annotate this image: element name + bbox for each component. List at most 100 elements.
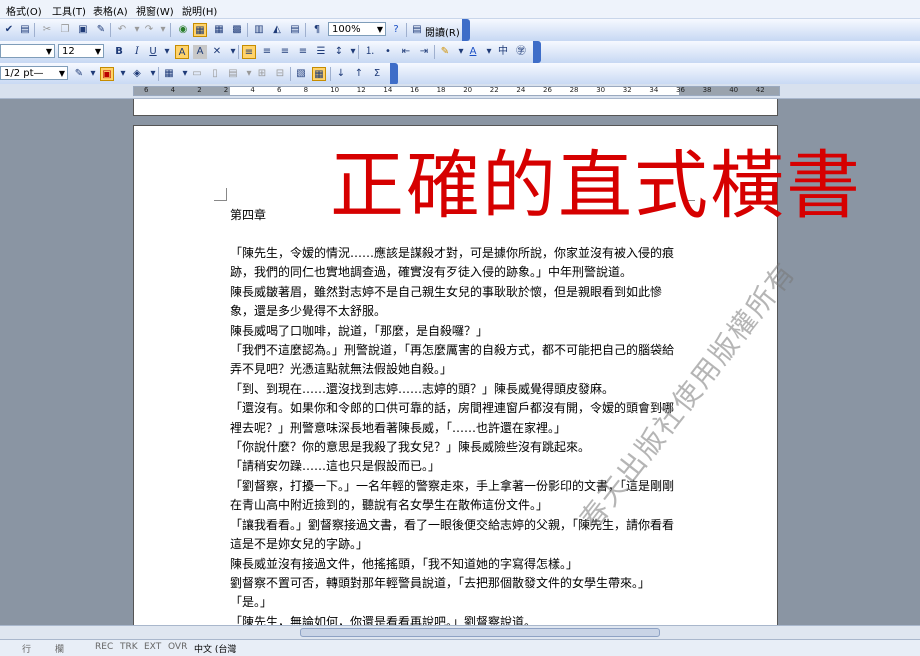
insert-table-icon[interactable]: ▦ xyxy=(162,67,176,81)
distribute-rows-icon[interactable]: ⊞ xyxy=(255,67,269,81)
highlight-icon[interactable]: ✎ xyxy=(438,45,452,59)
menu-window[interactable]: 視窗(W) xyxy=(136,3,174,18)
status-rec[interactable]: REC xyxy=(95,642,113,652)
toolbar-overflow-handle[interactable] xyxy=(533,41,541,63)
bold-icon[interactable]: B xyxy=(112,45,126,59)
columns-icon[interactable]: ▥ xyxy=(252,23,266,37)
font-color-dropdown-icon[interactable]: ▾ xyxy=(482,45,496,59)
show-gridlines-icon[interactable]: ▦ xyxy=(312,67,326,81)
undo-icon[interactable]: ↶ xyxy=(115,23,129,37)
standard-toolbar: ✔ ▤ ✂ ❐ ▣ ✎ ↶ ▾ ↷ ▾ ◉ ▦ ▦ ▩ ▥ ◭ ▤ ¶ 100%… xyxy=(0,19,920,42)
zoom-select[interactable]: 100% ▼ xyxy=(328,22,386,36)
toolbar-separator xyxy=(406,23,407,37)
paste-icon[interactable]: ▣ xyxy=(76,23,90,37)
decrease-indent-icon[interactable]: ⇤ xyxy=(399,45,413,59)
underline-dropdown-icon[interactable]: ▾ xyxy=(160,45,174,59)
status-ovr[interactable]: OVR xyxy=(168,642,187,652)
char-border-icon[interactable]: A xyxy=(175,45,189,59)
drawing-icon[interactable]: ◭ xyxy=(270,23,284,37)
distributed-icon[interactable]: ☰ xyxy=(314,45,328,59)
copy-icon[interactable]: ❐ xyxy=(58,23,72,37)
status-trk[interactable]: TRK xyxy=(120,642,138,652)
read-button[interactable]: 閱讀(R) xyxy=(425,24,460,39)
distribute-columns-icon[interactable]: ⊟ xyxy=(273,67,287,81)
insert-table-icon[interactable]: ▦ xyxy=(212,23,226,37)
enclose-chars-icon[interactable]: ㊫ xyxy=(514,45,528,59)
spellcheck-icon[interactable]: ✔ xyxy=(2,23,16,37)
cut-icon[interactable]: ✂ xyxy=(40,23,54,37)
menu-help[interactable]: 說明(H) xyxy=(182,3,217,18)
ruler-number: 30 xyxy=(596,86,606,94)
research-icon[interactable]: ▤ xyxy=(18,23,32,37)
justify-icon[interactable]: ≡ xyxy=(296,45,310,59)
ruler-number: 4 xyxy=(170,86,176,94)
ruler-number: 18 xyxy=(436,86,446,94)
help-icon[interactable]: ? xyxy=(389,23,403,37)
show-hide-icon[interactable]: ¶ xyxy=(310,23,324,37)
font-color-icon[interactable]: A xyxy=(466,45,480,59)
underline-icon[interactable]: U xyxy=(146,45,160,59)
sort-ascending-icon[interactable]: ↓ xyxy=(334,67,348,81)
menu-table[interactable]: 表格(A) xyxy=(93,3,128,18)
bullets-icon[interactable]: • xyxy=(381,45,395,59)
ruler-number: 2 xyxy=(197,86,202,94)
border-width-select[interactable]: 1/2 pt— ▼ xyxy=(0,66,68,80)
border-dropdown-icon[interactable]: ▾ xyxy=(116,67,130,81)
autosum-icon[interactable]: Σ xyxy=(370,67,384,81)
formatting-toolbar: ▼ 12 ▼ B I U ▾ A A ✕ ▾ ≡ ≡ ≡ ≡ ☰ ↕ ▾ ⒈ • … xyxy=(0,41,920,64)
align-left-icon[interactable]: ≡ xyxy=(242,45,256,59)
paragraph: 「是。」 xyxy=(230,595,273,610)
font-name-select[interactable]: ▼ xyxy=(0,44,55,58)
scrollbar-thumb[interactable] xyxy=(300,628,660,637)
read-icon[interactable]: ▤ xyxy=(410,23,424,37)
italic-icon[interactable]: I xyxy=(130,45,144,59)
outside-border-icon[interactable]: ▣ xyxy=(100,67,114,81)
document-body[interactable]: 「陳先生，令嫒的情況……應該是謀殺才對，可是據你所說，你家並沒有被入侵的痕跡，我… xyxy=(230,244,682,632)
horizontal-ruler[interactable]: 6 4 2 2 4 6 8 10 12 14 16 18 20 22 24 26 28 30 32 34 36 38 40 4… xyxy=(0,84,920,99)
paragraph: 陳長威並沒有接過文件，他搖搖頭，「我不知道她的字寫得怎樣。」 xyxy=(230,556,579,571)
crop-mark-top-left xyxy=(214,188,227,201)
table-autoformat-icon[interactable]: ▧ xyxy=(294,67,308,81)
ruler-number: 36 xyxy=(676,86,685,94)
ruler-number: 40 xyxy=(729,86,739,94)
merge-cells-icon[interactable]: ▭ xyxy=(190,67,204,81)
align-cell-icon[interactable]: ▤ xyxy=(226,67,240,81)
menu-format[interactable]: 格式(O) xyxy=(6,3,42,18)
redo-icon[interactable]: ↷ xyxy=(142,23,156,37)
redo-dropdown-icon[interactable]: ▾ xyxy=(156,23,170,37)
status-ext[interactable]: EXT xyxy=(144,642,161,652)
shading-color-icon[interactable]: ◈ xyxy=(130,67,144,81)
hyperlink-icon[interactable]: ◉ xyxy=(176,23,190,37)
line-spacing-icon[interactable]: ↕ xyxy=(332,45,346,59)
ruler-number: 22 xyxy=(489,86,499,94)
align-cell-dropdown-icon[interactable]: ▾ xyxy=(242,67,256,81)
split-cells-icon[interactable]: ▯ xyxy=(208,67,222,81)
menu-tools[interactable]: 工具(T) xyxy=(52,3,86,18)
insert-excel-icon[interactable]: ▩ xyxy=(230,23,244,37)
format-painter-icon[interactable]: ✎ xyxy=(94,23,108,37)
char-scale-icon[interactable]: ✕ xyxy=(210,45,224,59)
increase-indent-icon[interactable]: ⇥ xyxy=(417,45,431,59)
font-size-value: 12 xyxy=(62,46,75,57)
document-map-icon[interactable]: ▤ xyxy=(288,23,302,37)
align-right-icon[interactable]: ≡ xyxy=(278,45,292,59)
ruler-number: 26 xyxy=(543,86,552,94)
sort-descending-icon[interactable]: ↑ xyxy=(352,67,366,81)
tables-borders-icon[interactable]: ▦ xyxy=(193,23,207,37)
paragraph: 「還沒有。如果你和令郎的口供可靠的話，房間裡連窗戶都沒有開，令嫒的頭會到哪裡去呢… xyxy=(230,401,675,435)
toolbar-overflow-handle[interactable] xyxy=(390,63,398,85)
border-color-dropdown-icon[interactable]: ▾ xyxy=(86,67,100,81)
paragraph: 劉督察不置可否，轉頭對那年輕警員說道，「去把那個散發文件的女學生帶來。」 xyxy=(230,575,651,590)
menu-bar: 格式(O) 工具(T) 表格(A) 視窗(W) 說明(H) xyxy=(0,0,920,19)
numbering-icon[interactable]: ⒈ xyxy=(363,45,377,59)
border-color-icon[interactable]: ✎ xyxy=(72,67,86,81)
paragraph: 「我們不這麼認為。」刑警說道，「再怎麼厲害的自殺方式，都不可能把自己的腦袋給弄不… xyxy=(230,343,675,377)
paragraph: 陳長威皺著眉，雖然對志婷不是自己親生女兒的事耿耿於懷，但是親眼看到如此慘象，還是… xyxy=(230,284,663,319)
font-size-select[interactable]: 12 ▼ xyxy=(58,44,104,58)
char-shading-icon[interactable]: A xyxy=(193,45,207,59)
toolbar-overflow-handle[interactable] xyxy=(462,19,470,41)
horizontal-scrollbar[interactable] xyxy=(0,625,920,639)
phonetic-guide-icon[interactable]: 中 xyxy=(496,45,510,59)
align-center-icon[interactable]: ≡ xyxy=(260,45,274,59)
toolbar-separator xyxy=(238,45,239,59)
